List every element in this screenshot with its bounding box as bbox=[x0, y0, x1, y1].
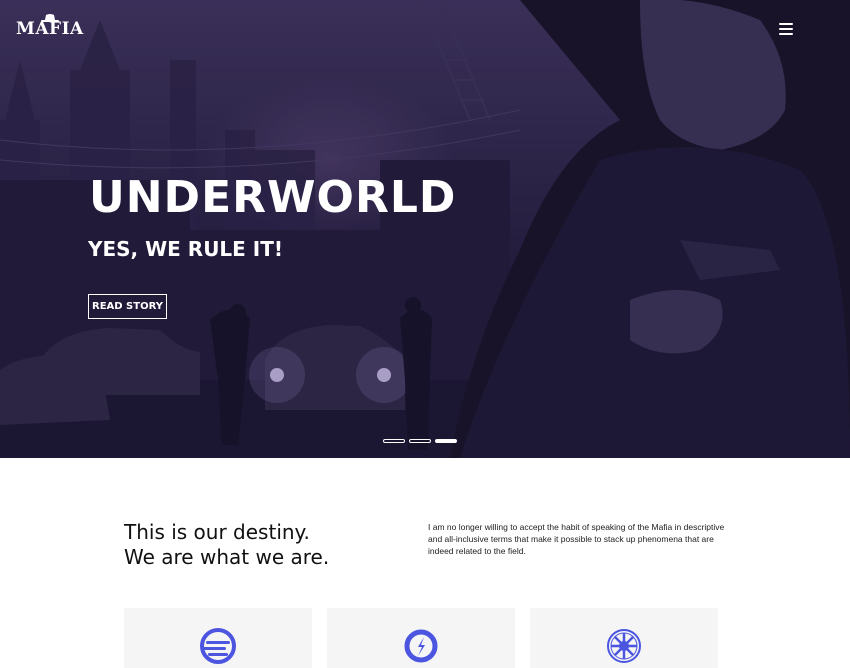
coin-stack-icon bbox=[200, 628, 236, 664]
hero-subtitle: YES, WE RULE IT! bbox=[88, 237, 284, 261]
emblem-icon bbox=[607, 629, 641, 663]
hero-banner: MAFIA UNDERWORLD YES, WE RULE IT! READ S… bbox=[0, 0, 850, 458]
intro-heading-line-2: We are what we are. bbox=[124, 545, 330, 569]
intro-paragraph: I am no longer willing to accept the hab… bbox=[428, 522, 725, 556]
slide-dot-3[interactable] bbox=[435, 439, 457, 443]
read-story-button[interactable]: READ STORY bbox=[88, 294, 167, 319]
slide-dot-2[interactable] bbox=[409, 439, 431, 443]
feature-card-2[interactable] bbox=[327, 608, 515, 668]
hero-background-illustration bbox=[0, 0, 850, 458]
compass-icon bbox=[404, 629, 438, 663]
feature-card-1[interactable] bbox=[124, 608, 312, 668]
intro-heading-line-1: This is our destiny. bbox=[124, 520, 310, 544]
hamburger-icon[interactable] bbox=[779, 23, 793, 35]
slide-dot-1[interactable] bbox=[383, 439, 405, 443]
hero-title: UNDERWORLD bbox=[89, 172, 457, 223]
intro-heading: This is our destiny. We are what we are. bbox=[124, 520, 329, 570]
logo[interactable]: MAFIA bbox=[16, 19, 84, 39]
hat-icon bbox=[41, 14, 59, 22]
feature-card-3[interactable] bbox=[530, 608, 718, 668]
